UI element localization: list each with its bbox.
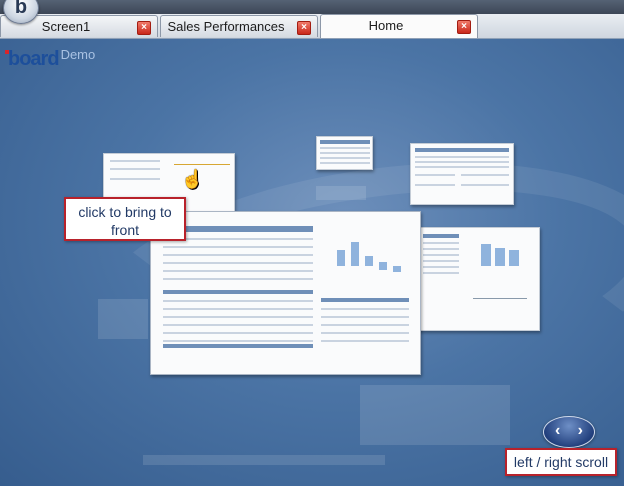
thumb-row — [110, 160, 160, 162]
screen-thumbnail[interactable] — [410, 143, 514, 205]
title-bar — [0, 0, 624, 14]
screen-thumbnail-front[interactable] — [150, 211, 421, 375]
thumb-bar — [495, 248, 505, 266]
thumb-row — [321, 308, 409, 310]
ghost-screen — [143, 455, 385, 465]
thumb-row — [320, 157, 370, 159]
thumb-header — [423, 234, 459, 238]
thumb-row — [163, 308, 313, 310]
close-icon[interactable]: × — [137, 21, 151, 35]
thumb-bar — [351, 242, 359, 266]
thumb-row — [415, 174, 455, 176]
hand-pointer-icon: ☝ — [181, 169, 204, 189]
chevron-right-icon[interactable]: › — [578, 422, 583, 440]
left-right-scroll-button[interactable]: ‹ › — [543, 416, 595, 448]
logo-suffix: Demo — [60, 47, 96, 62]
thumb-row — [320, 162, 370, 164]
thumb-row — [415, 161, 509, 163]
thumb-bar — [509, 250, 519, 266]
thumb-bar — [393, 266, 401, 272]
close-icon[interactable]: × — [457, 20, 471, 34]
thumb-header — [320, 140, 370, 144]
screen-thumbnail[interactable] — [410, 227, 540, 331]
thumb-row — [163, 246, 313, 248]
thumb-line — [473, 298, 527, 299]
thumb-row — [163, 254, 313, 256]
thumb-row — [320, 152, 370, 154]
tab-sales-performances[interactable]: Sales Performances × — [160, 15, 318, 37]
scroll-callout: left / right scroll — [505, 448, 617, 476]
thumb-row — [423, 266, 459, 268]
thumb-row — [423, 248, 459, 250]
thumb-row — [423, 260, 459, 262]
ghost-screen — [360, 385, 510, 445]
app-orb-letter: b — [14, 0, 28, 18]
logo-brand: board — [8, 48, 60, 70]
thumb-bar — [365, 256, 373, 266]
thumb-row — [415, 166, 509, 168]
thumb-header — [163, 290, 313, 294]
thumb-row — [320, 147, 370, 149]
thumb-row — [110, 178, 160, 180]
thumb-row — [163, 300, 313, 302]
thumb-row — [163, 262, 313, 264]
thumb-row — [163, 324, 313, 326]
thumb-row — [415, 184, 455, 186]
thumb-row — [321, 316, 409, 318]
close-icon[interactable]: × — [297, 21, 311, 35]
screen-thumbnail[interactable] — [316, 136, 373, 170]
thumb-row — [163, 278, 313, 280]
thumb-header — [163, 344, 313, 348]
ghost-screen — [98, 299, 148, 339]
thumb-row — [321, 324, 409, 326]
callout-text: click to bring to front — [78, 204, 172, 238]
thumb-row — [163, 270, 313, 272]
thumb-header — [415, 148, 509, 152]
callout-text: left / right scroll — [513, 454, 609, 470]
thumb-row — [423, 272, 459, 274]
thumb-header — [321, 298, 409, 302]
thumb-row — [461, 184, 509, 186]
chevron-left-icon[interactable]: ‹ — [555, 422, 560, 440]
tab-home[interactable]: Home × — [320, 14, 478, 38]
thumb-line — [174, 164, 230, 165]
thumb-bar — [337, 250, 345, 266]
board-logo: board Demo — [5, 47, 96, 71]
thumb-row — [110, 168, 160, 170]
thumb-bar — [481, 244, 491, 266]
tab-label: Home — [368, 18, 404, 33]
bring-to-front-callout: click to bring to front — [64, 197, 186, 241]
tab-label: Sales Performances — [167, 19, 285, 34]
thumb-row — [163, 340, 313, 342]
thumb-row — [423, 254, 459, 256]
tab-strip: Screen1 × Sales Performances × Home × — [0, 14, 624, 39]
thumb-row — [461, 174, 509, 176]
thumb-bar — [379, 262, 387, 270]
thumb-row — [321, 340, 409, 342]
ghost-screen — [316, 186, 366, 200]
thumb-row — [321, 332, 409, 334]
carousel-stage: board Demo ☝ click to bring to front ‹ ›… — [0, 39, 624, 486]
thumb-row — [163, 332, 313, 334]
thumb-row — [415, 156, 509, 158]
thumb-row — [423, 242, 459, 244]
logo-mark — [5, 50, 9, 54]
thumb-row — [163, 316, 313, 318]
